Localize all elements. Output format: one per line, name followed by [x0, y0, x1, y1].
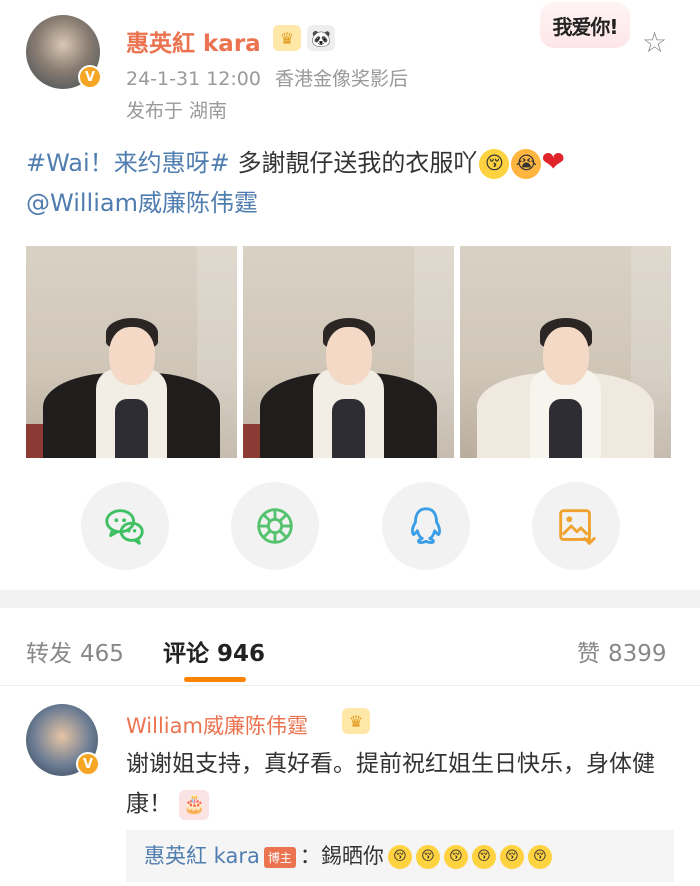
kiss-emoji-icon: 😚	[387, 845, 412, 869]
tab-likes[interactable]: 赞 8399	[577, 634, 667, 668]
share-bar	[0, 482, 700, 572]
commenter-avatar[interactable]: V	[26, 704, 100, 776]
cake-icon: 🎂	[179, 789, 210, 820]
photo-1[interactable]	[26, 246, 237, 458]
share-qq-button[interactable]	[382, 482, 470, 570]
qq-icon	[411, 507, 441, 544]
reply-box[interactable]: 惠英紅 kara 博主 ：錫晒你 😚 😚 😚 😚 😚 😚	[126, 830, 674, 882]
mention-link[interactable]: @William威廉陈伟霆	[26, 189, 258, 217]
author-title: 香港金像奖影后	[275, 68, 409, 90]
panda-icon[interactable]: 🐼	[307, 25, 335, 51]
active-tab-indicator	[184, 677, 246, 682]
post-date: 24-1-31 12:00	[126, 68, 261, 90]
comment-item: V William威廉陈伟霆 ♛ 谢谢姐支持，真好看。提前祝红姐生日快乐，身体健…	[0, 686, 700, 886]
moments-icon	[257, 508, 293, 544]
section-divider	[0, 590, 700, 608]
post-meta: 24-1-31 12:00 香港金像奖影后	[126, 64, 408, 91]
photo-3[interactable]	[460, 246, 671, 458]
hashtag-link[interactable]: #Wai！来约惠呀#	[26, 149, 230, 177]
verified-badge-icon: V	[78, 65, 102, 89]
photo-grid	[26, 246, 671, 458]
comment-text: 谢谢姐支持，真好看。提前祝红姐生日快乐，身体健康！ 🎂	[126, 744, 676, 824]
share-moments-button[interactable]	[231, 482, 319, 570]
crown-icon[interactable]: ♛	[273, 25, 301, 51]
kiss-emoji-icon: 😚	[527, 845, 552, 869]
reply-text: ：錫晒你	[299, 844, 384, 868]
post-body: 多謝靚仔送我的衣服吖	[237, 149, 478, 177]
tab-comments[interactable]: 评论 946	[163, 634, 265, 668]
interaction-tabs: 转发 465 评论 946 赞 8399	[0, 608, 700, 686]
tab-repost[interactable]: 转发 465	[26, 634, 124, 668]
share-wechat-button[interactable]	[81, 482, 169, 570]
crying-laugh-emoji-icon: 😭	[511, 149, 542, 179]
author-avatar[interactable]: V	[26, 15, 102, 89]
heart-icon: ❤	[541, 145, 565, 178]
star-icon[interactable]: ☆	[642, 26, 667, 59]
photo-2[interactable]	[243, 246, 454, 458]
author-badges: ♛ 🐼	[273, 25, 335, 51]
kiss-emoji-icon: 😚	[479, 149, 510, 179]
wechat-icon	[105, 509, 144, 545]
kiss-emoji-icon: 😚	[499, 845, 524, 869]
author-name[interactable]: 惠英紅 kara	[126, 24, 261, 58]
kiss-emoji-icon: 😚	[415, 845, 440, 869]
post-card: V 惠英紅 kara ♛ 🐼 我爱你! ☆ 24-1-31 12:00 香港金像…	[0, 0, 700, 590]
kiss-emoji-icon: 😚	[471, 845, 496, 869]
verified-badge-icon: V	[76, 752, 100, 776]
commenter-name[interactable]: William威廉陈伟霆	[126, 710, 308, 740]
author-tag-badge: 博主	[263, 846, 296, 868]
post-text: #Wai！来约惠呀# 多謝靚仔送我的衣服吖 😚 😭 ❤ @William威廉陈伟霆	[26, 142, 686, 223]
save-image-button[interactable]	[532, 482, 620, 570]
crown-icon[interactable]: ♛	[342, 708, 370, 734]
love-you-sticker: 我爱你!	[540, 2, 630, 48]
save-image-icon	[559, 509, 596, 546]
reply-author[interactable]: 惠英紅 kara	[144, 844, 260, 868]
kiss-emoji-icon: 😚	[443, 845, 468, 869]
post-location: 发布于 湖南	[126, 100, 228, 122]
